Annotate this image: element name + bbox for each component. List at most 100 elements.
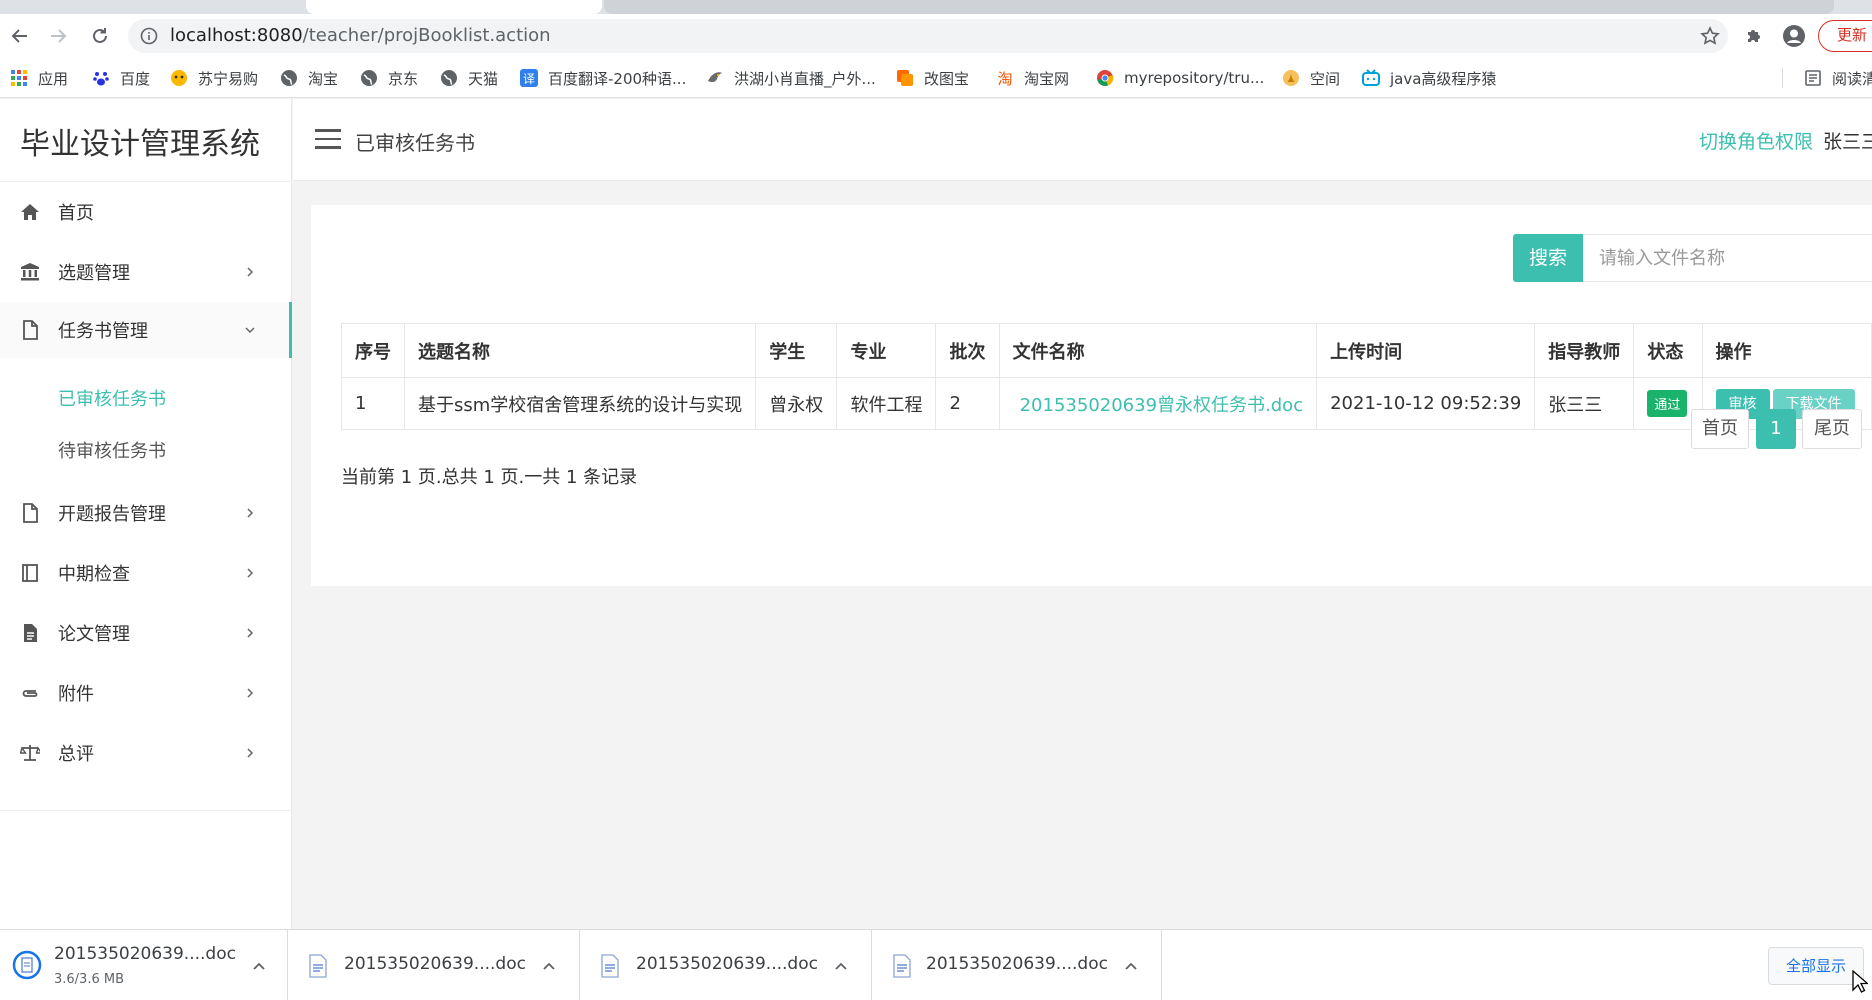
column-header: 操作 [1701, 323, 1872, 378]
arrow-left-icon [11, 29, 27, 43]
back-button[interactable] [6, 22, 34, 50]
bookmark-star-icon[interactable] [1700, 26, 1720, 46]
file-download-link[interactable]: 201535020639曾永权任务书.doc [1020, 395, 1303, 416]
bookmark-label: 天猫 [468, 69, 499, 88]
sidebar-subitem-reviewed-task-books[interactable]: 已审核任务书 [58, 385, 166, 411]
sidebar-item-task-book-management[interactable]: 任务书管理 [0, 302, 292, 358]
search-button[interactable]: 搜索 [1513, 234, 1583, 282]
pagination-first-button[interactable]: 首页 [1691, 409, 1749, 449]
bookmark-baidu-translate[interactable]: 译 百度翻译-200种语... [520, 66, 686, 90]
url-text[interactable]: localhost:8080/teacher/projBooklist.acti… [170, 25, 551, 46]
browser-tab[interactable] [604, 0, 1834, 14]
chevron-up-icon[interactable] [542, 959, 556, 973]
sidebar-item-label: 总评 [58, 744, 94, 765]
cell-topic: 基于ssm学校宿舍管理系统的设计与实现 [403, 377, 757, 430]
doc-file-icon [309, 954, 327, 978]
pagination-page-1[interactable]: 1 [1756, 409, 1796, 449]
sidebar-item-proposal-management[interactable]: 开题报告管理 [0, 485, 292, 541]
scale-icon [20, 743, 40, 763]
status-badge: 通过 [1647, 390, 1688, 417]
reading-list[interactable]: 阅读清 [1804, 66, 1872, 90]
sidebar-item-label: 任务书管理 [58, 321, 148, 342]
search-input[interactable] [1583, 234, 1872, 282]
download-bar: 201535020639....doc 3.6/3.6 MB 201535020… [0, 929, 1872, 1000]
sidebar-item-midterm-check[interactable]: 中期检查 [0, 545, 292, 601]
download-file-size: 3.6/3.6 MB [54, 972, 124, 987]
arrow-right-icon [51, 29, 67, 43]
switch-role-link[interactable]: 切换角色权限 [1699, 127, 1813, 154]
avatar-icon [1783, 25, 1805, 47]
bookmark-baidu[interactable]: 百度 [92, 66, 150, 90]
sidebar-item-topic-management[interactable]: 选题管理 [0, 244, 292, 300]
book-icon [20, 563, 40, 583]
download-item[interactable]: 201535020639....doc [288, 930, 580, 1000]
bookmark-myrepository[interactable]: myrepository/tru... [1096, 66, 1264, 90]
bookmark-live[interactable]: 洪湖小肖直播_户外... [706, 66, 876, 90]
chevron-up-icon[interactable] [1124, 959, 1138, 973]
sidebar-subitem-pending-task-books[interactable]: 待审核任务书 [58, 437, 166, 463]
doc-file-icon [893, 954, 911, 978]
sidebar-item-overall-evaluation[interactable]: 总评 [0, 725, 292, 781]
extensions-button[interactable] [1742, 24, 1766, 48]
page-title: 已审核任务书 [355, 131, 475, 155]
hamburger-menu-icon[interactable] [315, 129, 341, 149]
sidebar-item-thesis-management[interactable]: 论文管理 [0, 605, 292, 661]
bookmark-taobao-net[interactable]: 淘 淘宝网 [996, 66, 1069, 90]
bookmark-label: 苏宁易购 [198, 69, 259, 88]
reading-list-label: 阅读清 [1832, 69, 1872, 88]
bookmark-suning[interactable]: 苏宁易购 [170, 66, 258, 90]
column-header: 文件名称 [998, 323, 1318, 378]
bookmark-jd[interactable]: 京东 [360, 66, 418, 90]
translate-icon: 译 [520, 69, 538, 87]
chevron-up-icon[interactable] [834, 959, 848, 973]
bookmark-taobao[interactable]: 淘宝 [280, 66, 338, 90]
active-browser-tab[interactable] [306, 0, 602, 14]
file-icon [20, 503, 40, 523]
bank-icon [20, 262, 40, 282]
doc-file-icon [601, 954, 619, 978]
forward-button[interactable] [44, 22, 72, 50]
download-item[interactable]: 201535020639....doc [580, 930, 872, 1000]
reading-list-icon [1804, 69, 1822, 87]
chevron-right-icon [247, 628, 254, 638]
task-book-table: 序号 选题名称 学生 专业 批次 文件名称 上传时间 指导教师 状态 操作 1 … [341, 323, 1872, 430]
chevron-right-icon [247, 688, 254, 698]
bookmark-label: 淘宝 [308, 69, 339, 88]
app-root: 毕业设计管理系统 首页 选题管理 任务书管理 已审核任务书 待审核任务书 开题报… [0, 99, 1872, 929]
cell-file: 201535020639曾永权任务书.doc [998, 377, 1318, 430]
suning-icon [170, 69, 188, 87]
column-header: 上传时间 [1316, 323, 1536, 378]
sidebar-item-home[interactable]: 首页 [0, 184, 292, 240]
chevron-up-icon[interactable] [252, 959, 266, 973]
address-bar[interactable]: localhost:8080/teacher/projBooklist.acti… [128, 19, 1728, 53]
info-icon[interactable] [140, 27, 158, 45]
bilibili-icon [1362, 69, 1380, 87]
bookmark-gaitubao[interactable]: 改图宝 [896, 66, 969, 90]
globe-icon [280, 69, 298, 87]
reload-button[interactable] [86, 22, 114, 50]
url-host: localhost:8080 [170, 25, 303, 46]
column-header: 指导教师 [1534, 323, 1635, 378]
column-header: 选题名称 [403, 323, 757, 378]
download-file-name: 201535020639....doc [636, 954, 818, 974]
profile-button[interactable] [1782, 24, 1806, 48]
show-all-downloads-button[interactable]: 全部显示 [1768, 947, 1864, 985]
apps-grid-icon [10, 69, 28, 87]
content-panel: 搜索 序号 选题名称 学生 专业 批次 文件名称 上传时间 指导教师 状态 操作 [311, 205, 1872, 586]
user-name[interactable]: 张三三 [1823, 127, 1872, 154]
chevron-right-icon [247, 267, 254, 277]
update-button[interactable]: 更新 [1818, 20, 1872, 52]
sidebar-item-label: 中期检查 [58, 564, 130, 585]
bookmark-tmall[interactable]: 天猫 [440, 66, 498, 90]
bookmark-bilibili[interactable]: java高级程序猿 [1362, 66, 1496, 90]
sidebar-item-attachments[interactable]: 附件 [0, 665, 292, 721]
bookmark-apps[interactable]: 应用 [10, 66, 68, 90]
column-header: 状态 [1633, 323, 1703, 378]
download-item[interactable]: 201535020639....doc 3.6/3.6 MB [0, 930, 288, 1000]
bookmark-qzone[interactable]: 空间 [1282, 66, 1340, 90]
puzzle-icon [1748, 30, 1760, 42]
pagination-last-button[interactable]: 尾页 [1802, 409, 1862, 449]
download-item[interactable]: 201535020639....doc [872, 930, 1162, 1000]
column-header: 学生 [755, 323, 838, 378]
download-file-name: 201535020639....doc [54, 944, 236, 964]
